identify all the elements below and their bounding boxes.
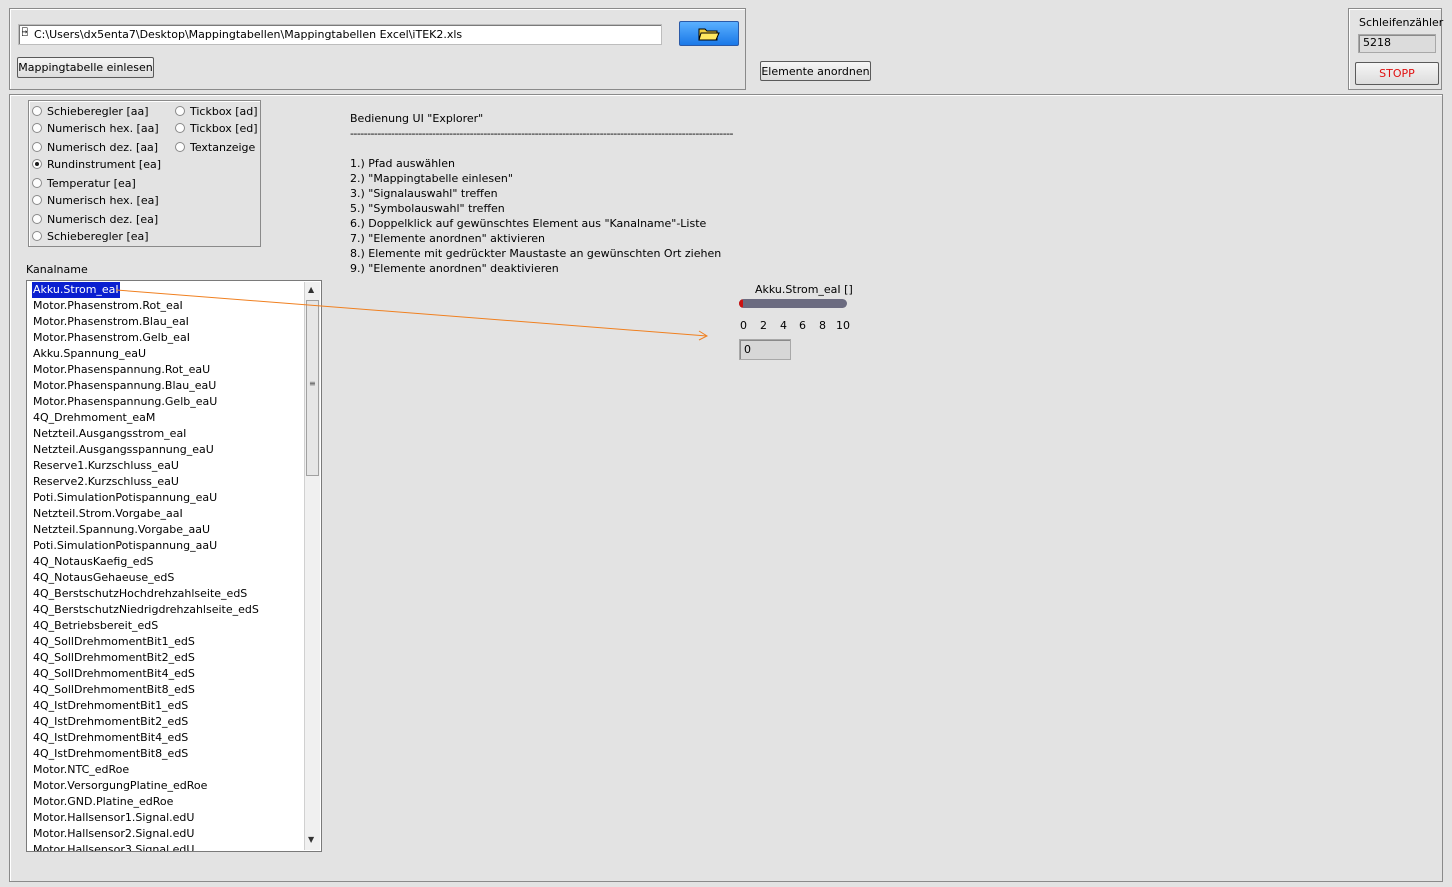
gauge-value: 0 [739, 339, 791, 360]
gauge-tick-label: 10 [836, 319, 850, 332]
gauge-tick-label: 2 [760, 319, 767, 332]
gauge-tick-label: 0 [740, 319, 747, 332]
gauge-tick-label: 4 [780, 319, 787, 332]
gauge-level [739, 299, 743, 308]
gauge-title: Akku.Strom_eaI [] [755, 283, 853, 296]
gauge-element[interactable]: Akku.Strom_eaI [] 0 2 4 6 8 10 0 [738, 282, 853, 362]
gauge-tick-label: 6 [799, 319, 806, 332]
drag-line [115, 289, 709, 341]
gauge-track [739, 299, 847, 308]
gauge-tick-label: 8 [819, 319, 826, 332]
